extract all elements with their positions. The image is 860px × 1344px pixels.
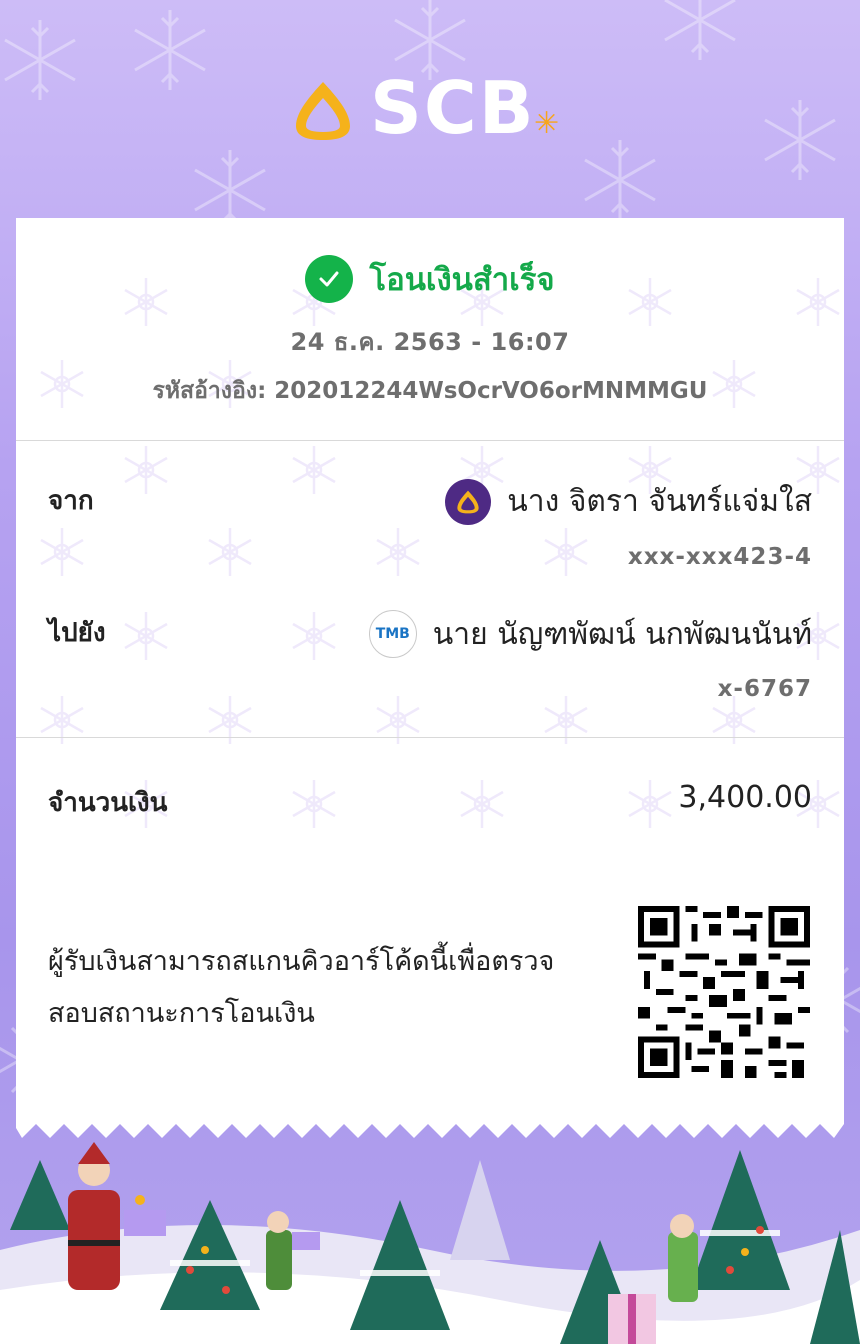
transfer-status: โอนเงินสำเร็จ — [16, 254, 844, 304]
from-name: นาง จิตรา จันทร์แจ่มใส — [507, 484, 812, 519]
from-party: นาง จิตรา จันทร์แจ่มใส — [445, 478, 812, 525]
reference-value: 202012244WsOcrVO6orMNMMGU — [274, 378, 708, 404]
header: SCB ✳ — [0, 0, 860, 218]
divider — [16, 737, 844, 738]
qr-code-icon — [638, 906, 810, 1078]
to-name: นาย นัญฑพัฒน์ นกพัฒนนันท์ — [432, 616, 812, 652]
scb-logo-icon — [296, 82, 350, 140]
christmas-illustration — [0, 1142, 860, 1344]
tmb-bank-icon: TMB — [368, 610, 417, 658]
to-party: TMB นาย นัญฑพัฒน์ นกพัฒนนันท์ — [368, 610, 812, 658]
status-text: โอนเงินสำเร็จ — [369, 262, 555, 298]
reference-label: รหัสอ้างอิง: — [152, 378, 267, 404]
scb-bank-icon — [445, 478, 492, 525]
to-label: ไปยัง — [48, 618, 106, 648]
reference-number: รหัสอ้างอิง: 202012244WsOcrVO6orMNMMGU — [16, 373, 844, 409]
receipt-card: โอนเงินสำเร็จ 24 ธ.ค. 2563 - 16:07 รหัสอ… — [16, 218, 844, 1123]
check-circle-icon — [305, 255, 354, 303]
brand-name: SCB — [370, 66, 536, 150]
card-snow-pattern — [39, 276, 841, 830]
brand-star-icon: ✳ — [534, 106, 560, 141]
amount-label: จำนวนเงิน — [48, 788, 168, 818]
from-account: xxx-xxx423-4 — [627, 544, 812, 570]
gift-box-icon — [608, 1294, 656, 1344]
to-account: x-6767 — [717, 676, 812, 702]
from-label: จาก — [48, 486, 94, 516]
divider — [16, 440, 844, 441]
qr-instruction: ผู้รับเงินสามารถสแกนคิวอาร์โค้ดนี้เพื่อต… — [48, 946, 555, 1029]
transfer-datetime: 24 ธ.ค. 2563 - 16:07 — [290, 328, 570, 356]
scb-logo: SCB ✳ — [290, 66, 580, 152]
amount-value: 3,400.00 — [678, 780, 812, 815]
